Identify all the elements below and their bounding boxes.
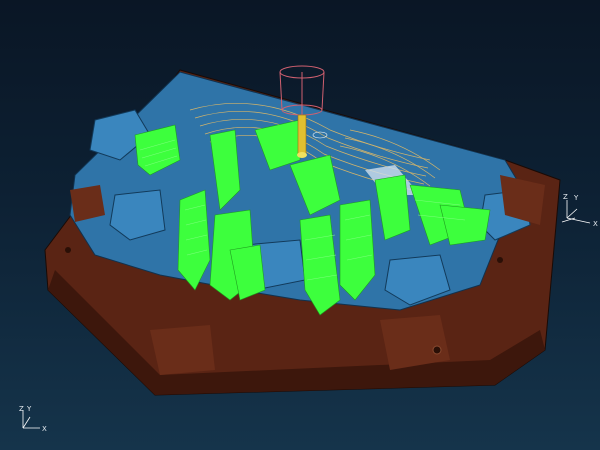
model-axis-triad xyxy=(561,200,591,224)
triad-x-label: X xyxy=(593,220,598,228)
bolt-hole xyxy=(432,345,442,355)
world-x-label: X xyxy=(42,425,47,433)
world-y-axis xyxy=(22,416,31,429)
triad-x-axis xyxy=(566,217,591,224)
base-pad-front xyxy=(380,315,450,370)
world-z-label: Z xyxy=(19,405,24,413)
tool-tip xyxy=(297,152,307,158)
world-axis-triad xyxy=(22,410,40,429)
tool-flute xyxy=(297,114,307,156)
triad-y-axis xyxy=(566,208,578,219)
tool-holder-side-right xyxy=(321,71,325,111)
graphics-viewport[interactable]: Z Y X Z Y X xyxy=(0,0,600,450)
world-y-label: Y xyxy=(26,405,32,413)
base-pad-front-left xyxy=(150,325,215,375)
triad-z-label: Z xyxy=(563,193,568,201)
bolt-hole xyxy=(65,247,71,253)
triad-y-label: Y xyxy=(573,194,579,202)
bolt-hole xyxy=(497,257,503,263)
cam-scene[interactable]: Z Y X Z Y X xyxy=(0,0,600,450)
